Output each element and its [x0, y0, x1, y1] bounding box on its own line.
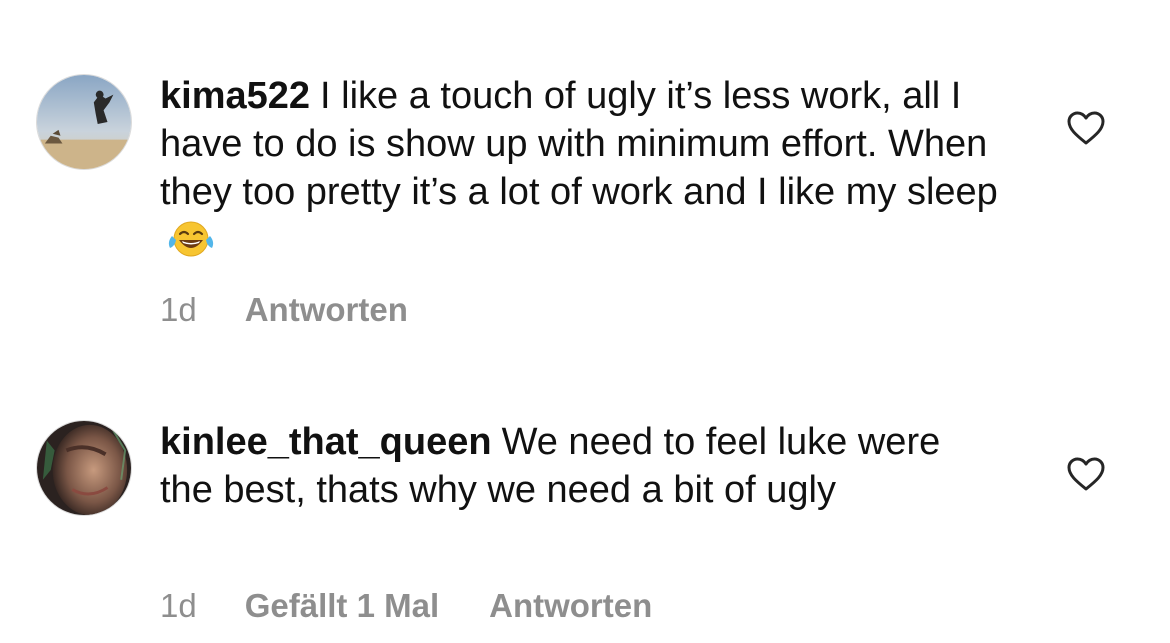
- comment-timestamp: 1d: [160, 291, 197, 328]
- avatar-photo: [37, 75, 131, 169]
- likes-count-button[interactable]: Gefällt 1 Mal: [245, 587, 439, 624]
- avatar[interactable]: [36, 420, 132, 516]
- comment-item: kima522 I like a touch of ugly it’s less …: [0, 0, 1170, 360]
- comment-timestamp: 1d: [160, 587, 197, 624]
- comment-username[interactable]: kinlee_that_queen: [160, 421, 492, 463]
- comment-meta: 1d Antworten: [160, 290, 458, 330]
- comment-text: kinlee_that_queen We need to feel luke we…: [160, 418, 1000, 514]
- reply-button[interactable]: Antworten: [245, 291, 408, 328]
- face-with-tears-of-joy-icon: [166, 218, 216, 258]
- avatar[interactable]: [36, 74, 132, 170]
- comment-username[interactable]: kima522: [160, 75, 310, 117]
- comment-item: kinlee_that_queen We need to feel luke we…: [0, 360, 1170, 643]
- reply-button[interactable]: Antworten: [489, 587, 652, 624]
- comment-meta: 1d Gefällt 1 Mal Antworten: [160, 586, 702, 626]
- heart-outline-icon[interactable]: [1066, 110, 1106, 146]
- heart-outline-icon[interactable]: [1066, 456, 1106, 492]
- comment-text: kima522 I like a touch of ugly it’s less …: [160, 72, 1000, 264]
- avatar-photo: [37, 421, 131, 515]
